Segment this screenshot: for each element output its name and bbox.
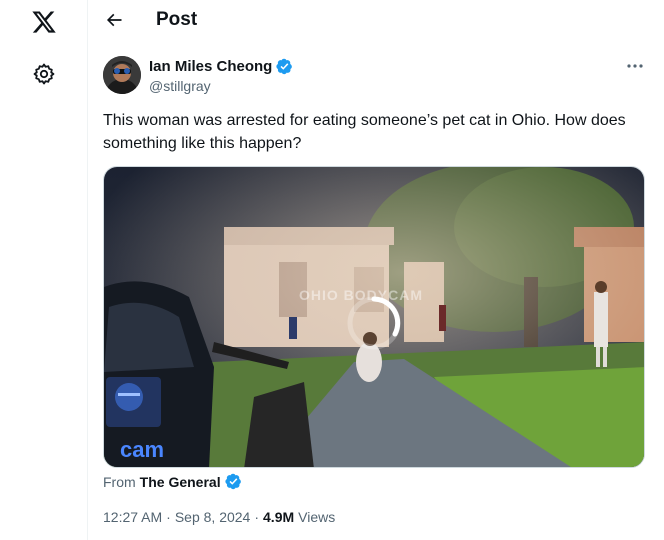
left-navigation-rail	[0, 0, 88, 540]
views-label: Views	[298, 509, 336, 525]
from-prefix: From	[103, 473, 136, 490]
verified-badge-icon	[224, 473, 241, 490]
post-header: Post	[88, 0, 664, 40]
bodycam-label: cam	[120, 437, 165, 462]
views-count: 4.9M	[263, 509, 295, 525]
author-handle[interactable]: @stillgray	[149, 78, 211, 94]
tweet-time[interactable]: 12:27 AM	[103, 509, 162, 525]
more-options-icon[interactable]	[624, 58, 646, 74]
author-avatar[interactable]	[103, 56, 141, 94]
tweet-video[interactable]: OHIO BODYCAM cam	[103, 166, 645, 468]
author-name-text[interactable]: Ian Miles Cheong	[149, 58, 272, 75]
loading-spinner-icon	[345, 294, 403, 352]
tweet-metadata: 12:27 AM · Sep 8, 2024 · 4.9M Views	[103, 509, 335, 525]
from-source-link[interactable]: The General	[140, 474, 221, 490]
page-title: Post	[156, 9, 198, 30]
separator: ·	[254, 509, 260, 525]
separator: ·	[166, 509, 171, 525]
tweet-date[interactable]: Sep 8, 2024	[175, 509, 251, 525]
settings-gear-icon[interactable]	[32, 62, 56, 86]
tweet-text: This woman was arrested for eating someo…	[103, 112, 626, 152]
from-attribution: From The General	[103, 473, 242, 490]
author-name[interactable]: Ian Miles Cheong	[149, 58, 293, 75]
verified-badge-icon	[276, 58, 293, 75]
back-arrow-icon[interactable]	[101, 7, 127, 33]
x-logo-icon[interactable]	[31, 9, 57, 35]
